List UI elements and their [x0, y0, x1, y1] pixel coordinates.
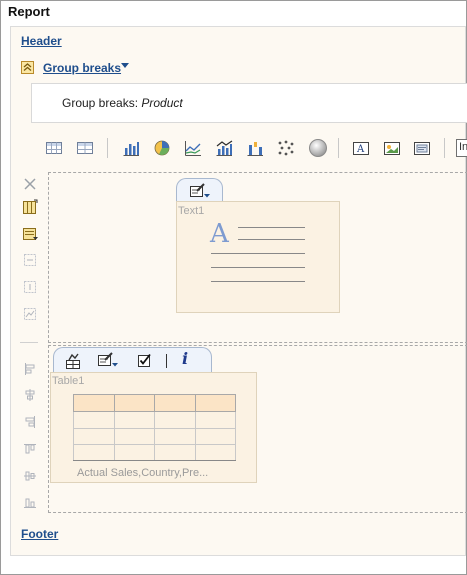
- text-line: [211, 281, 305, 282]
- edit-icon[interactable]: [188, 182, 212, 200]
- crosstab-icon[interactable]: [45, 139, 63, 157]
- pie-chart-icon[interactable]: [153, 139, 171, 157]
- toolbar-divider: [166, 354, 167, 368]
- table-object-label: Table1: [52, 375, 85, 387]
- bar-chart-icon[interactable]: [122, 139, 140, 157]
- toolbar-divider: [444, 138, 445, 158]
- gauge-icon: [308, 138, 327, 157]
- text-object-toolbar: [176, 178, 223, 202]
- properties-icon[interactable]: [22, 226, 38, 242]
- group-breaks-summary: Group breaks: Product: [62, 96, 183, 110]
- line-chart-icon[interactable]: [184, 139, 202, 157]
- text-line: [211, 267, 305, 268]
- text-line: [238, 227, 305, 228]
- group-breaks-field: Product: [141, 96, 183, 110]
- merge-cols-icon: [22, 279, 38, 295]
- side-toolbar-divider: [20, 342, 38, 343]
- chevron-down-icon[interactable]: [121, 63, 129, 68]
- align-center-icon: [22, 387, 38, 403]
- header-link[interactable]: Header: [21, 34, 62, 48]
- table-object-toolbar: i: [53, 347, 212, 372]
- align-bottom-icon: [22, 495, 38, 511]
- data-manager-icon[interactable]: [63, 352, 83, 370]
- delete-icon: [22, 176, 38, 192]
- toolbar-divider: [338, 138, 339, 158]
- table-object-caption: Actual Sales,Country,Pre...: [77, 467, 209, 479]
- text-object-icon[interactable]: A: [352, 139, 370, 157]
- edit-icon[interactable]: [96, 351, 120, 369]
- image-object-icon[interactable]: [383, 139, 401, 157]
- align-left-icon: [22, 361, 38, 377]
- graphic-object-icon[interactable]: [413, 139, 431, 157]
- info-icon[interactable]: i: [182, 349, 196, 369]
- text-object[interactable]: [176, 201, 340, 313]
- panel-title: Report: [8, 4, 50, 19]
- cell-input-field[interactable]: In: [456, 139, 467, 157]
- checkbox-select-icon[interactable]: [136, 352, 152, 368]
- text-object-glyph: A: [210, 219, 229, 249]
- text-line: [211, 253, 305, 254]
- table-preview: [73, 393, 236, 462]
- chart-cell-icon: [22, 306, 38, 322]
- toolbar-divider: [107, 138, 108, 158]
- column-layout-icon[interactable]: [22, 199, 38, 215]
- scatter-chart-icon[interactable]: [277, 139, 295, 157]
- text-line: [238, 239, 305, 240]
- text-object-label: Text1: [178, 205, 205, 217]
- svg-text:A: A: [356, 144, 365, 155]
- collapse-group-breaks-icon[interactable]: [21, 61, 34, 74]
- group-breaks-prefix: Group breaks:: [62, 96, 142, 110]
- footer-link[interactable]: Footer: [21, 527, 58, 541]
- align-top-icon: [22, 441, 38, 457]
- align-middle-icon: [22, 468, 38, 484]
- group-breaks-link[interactable]: Group breaks: [43, 61, 121, 75]
- combo-chart-icon[interactable]: [215, 139, 233, 157]
- align-right-icon: [22, 414, 38, 430]
- waterfall-chart-icon[interactable]: [246, 139, 264, 157]
- merge-rows-icon: [22, 252, 38, 268]
- table-icon[interactable]: [76, 139, 94, 157]
